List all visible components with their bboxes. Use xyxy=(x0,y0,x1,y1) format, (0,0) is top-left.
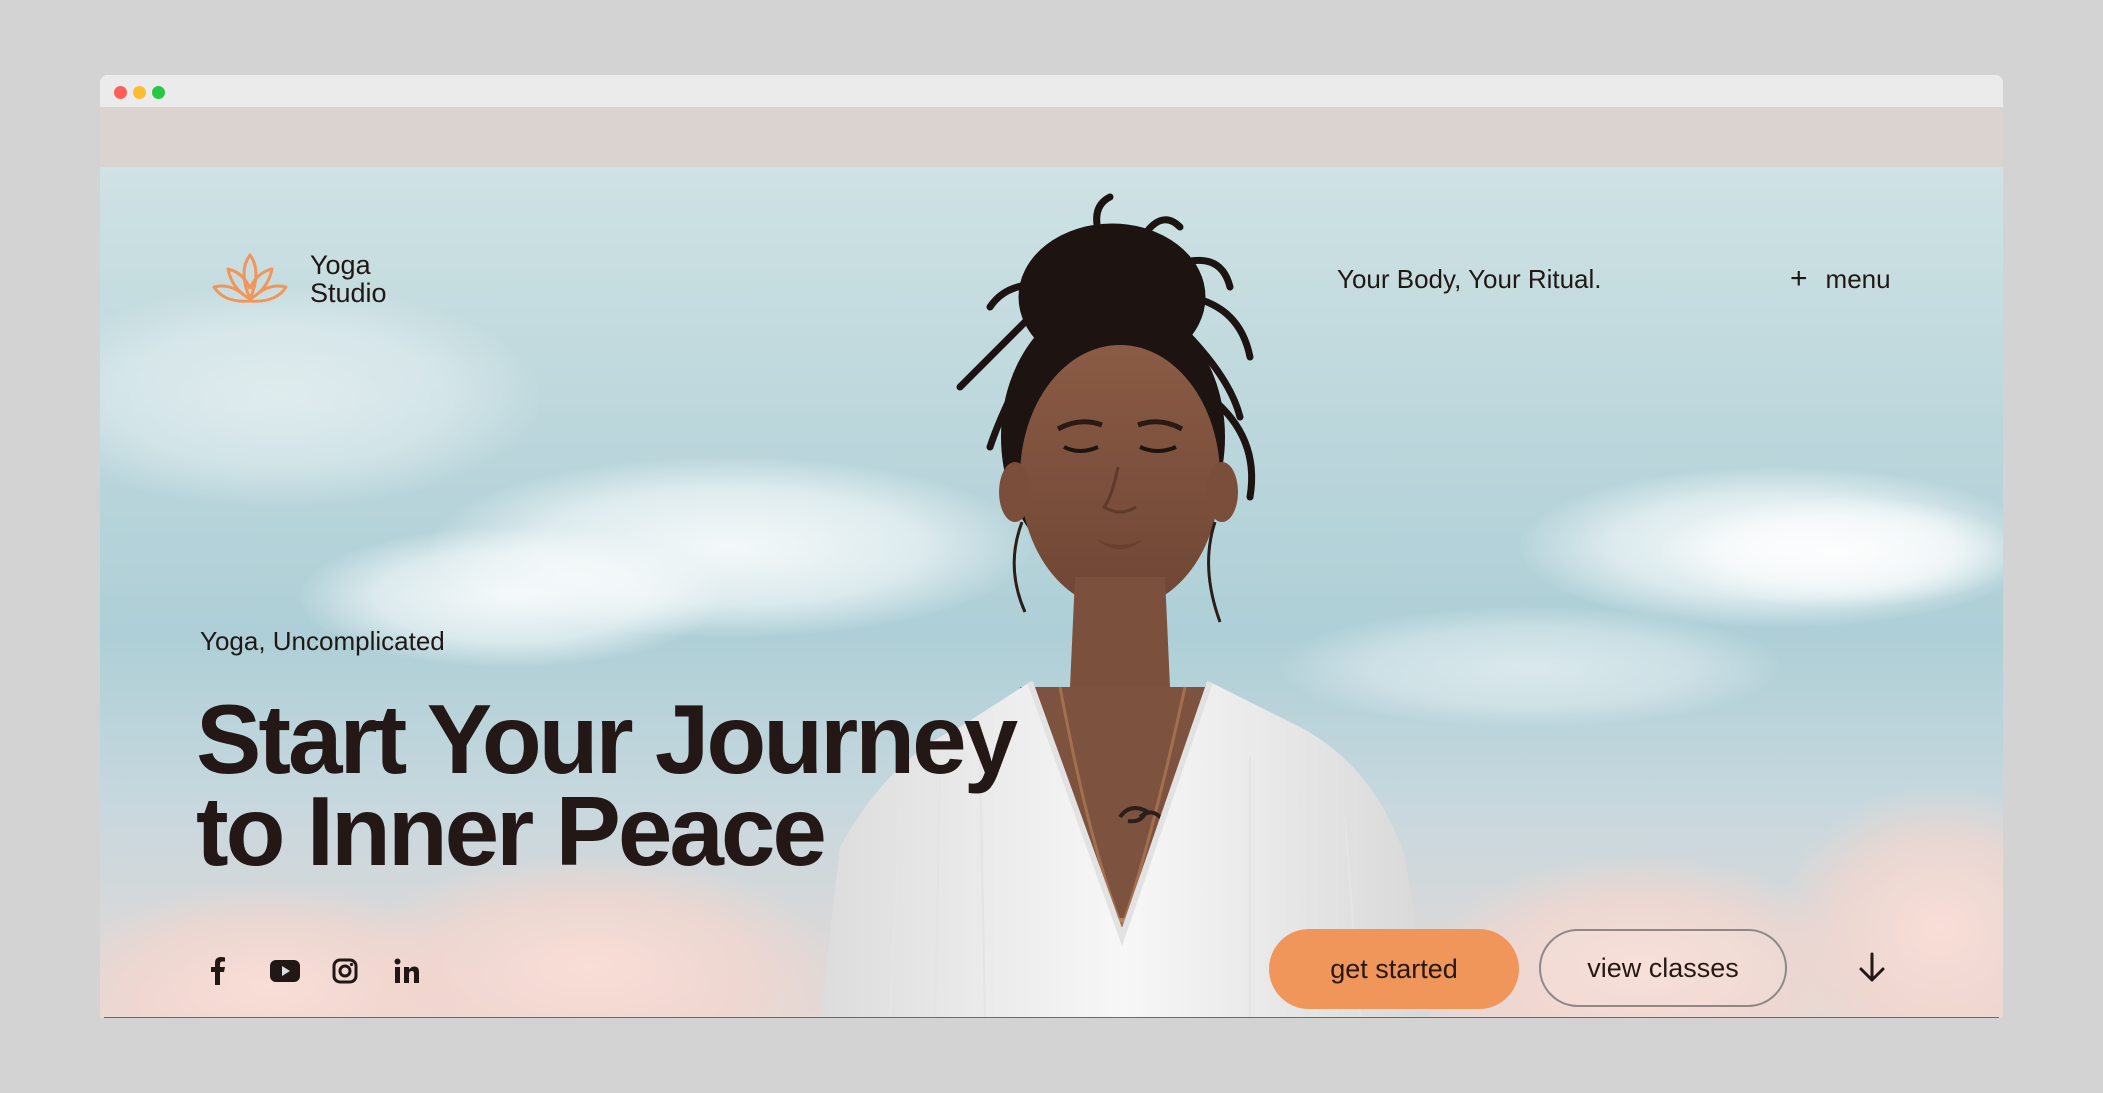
lotus-icon[interactable] xyxy=(210,249,290,317)
linkedin-icon[interactable] xyxy=(394,955,456,987)
get-started-button[interactable]: get started xyxy=(1269,929,1519,1009)
instagram-icon[interactable] xyxy=(332,955,394,987)
brand-name-line2: Studio xyxy=(310,278,387,308)
arrow-down-icon[interactable] xyxy=(1854,950,1890,986)
brand-name[interactable]: Yoga Studio xyxy=(310,251,387,307)
hero-section: Yoga Studio Your Body, Your Ritual. + me… xyxy=(100,167,2003,1018)
hero-eyebrow: Yoga, Uncomplicated xyxy=(200,626,445,656)
top-band xyxy=(100,107,2003,167)
header-tagline: Your Body, Your Ritual. xyxy=(1337,264,1602,294)
maximize-window-button[interactable] xyxy=(152,86,165,99)
hero-headline-line1: Start Your Journey xyxy=(196,684,1018,794)
menu-button[interactable]: + menu xyxy=(1790,259,1891,299)
menu-label: menu xyxy=(1825,263,1891,294)
brand-name-line1: Yoga xyxy=(310,250,371,280)
browser-window: Yoga Studio Your Body, Your Ritual. + me… xyxy=(100,75,2003,1018)
close-window-button[interactable] xyxy=(114,86,127,99)
social-links xyxy=(208,955,456,987)
plus-icon: + xyxy=(1790,262,1808,295)
hero-headline: Start Your Journey to Inner Peace xyxy=(196,684,1018,886)
hero-headline-line2: to Inner Peace xyxy=(196,776,827,886)
hero-bottom-divider xyxy=(104,1017,1999,1018)
minimize-window-button[interactable] xyxy=(133,86,146,99)
facebook-icon[interactable] xyxy=(208,955,270,987)
window-titlebar xyxy=(100,75,2003,107)
youtube-icon[interactable] xyxy=(270,955,332,987)
view-classes-button[interactable]: view classes xyxy=(1539,929,1787,1007)
